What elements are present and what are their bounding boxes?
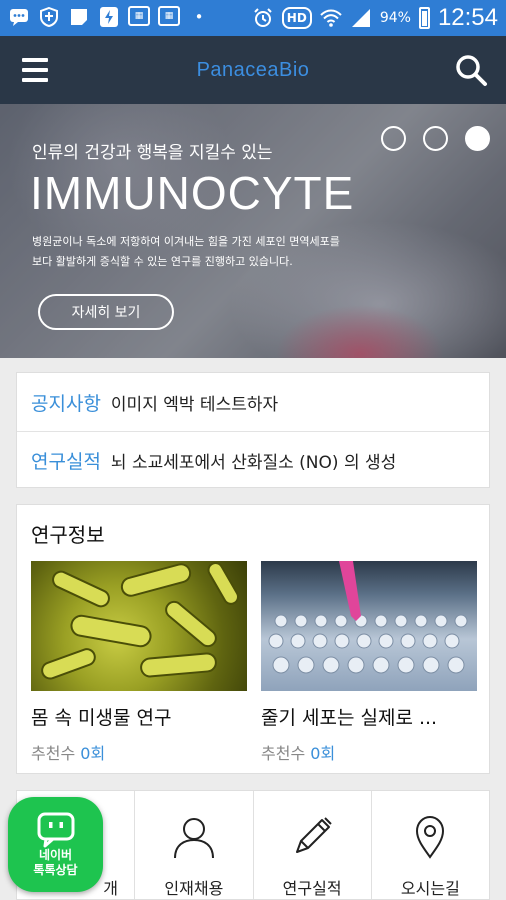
nav-research-results[interactable]: 연구실적 [254, 791, 372, 899]
recommend-label: 추천수 [31, 744, 76, 763]
battery-icon [418, 7, 430, 29]
recommend-count: 추천수 0회 [261, 740, 477, 764]
hero-desc-line-1: 병원균이나 독소에 저항하여 이겨내는 힘을 가진 세포인 면역세포를 [32, 235, 340, 248]
notice-card: 공지사항 이미지 엑박 테스트하자 연구실적 뇌 소교세포에서 산화질소 (NO… [16, 372, 490, 488]
notice-row-research[interactable]: 연구실적 뇌 소교세포에서 산화질소 (NO) 의 생성 [17, 431, 489, 489]
search-icon[interactable] [436, 36, 506, 104]
notice-text: 뇌 소교세포에서 산화질소 (NO) 의 생성 [110, 453, 397, 473]
more-dots-icon: • [194, 8, 204, 26]
recommend-count: 추천수 0회 [31, 740, 247, 764]
app-header: PanaceaBio [0, 36, 506, 104]
wifi-icon [320, 7, 342, 29]
slide-indicator [381, 126, 490, 151]
qr-scan-icon: ▦ [128, 6, 150, 26]
bacteria-thumbnail [31, 561, 247, 691]
slide-dot-3[interactable] [465, 126, 490, 151]
status-time: 12:54 [437, 4, 498, 31]
nav-directions[interactable]: 오시는길 [372, 791, 489, 899]
nav-recruit[interactable]: 인재채용 [135, 791, 254, 899]
location-pin-icon [404, 811, 456, 863]
flash-icon [98, 6, 120, 28]
research-item-title: 줄기 세포는 실제로 ... [261, 707, 438, 729]
recommend-label: 추천수 [261, 744, 306, 763]
talk-label-line2: 톡톡상담 [33, 862, 78, 877]
notice-text: 이미지 엑박 테스트하자 [110, 394, 279, 415]
chat-bubble-icon [8, 6, 30, 28]
slide-dot-2[interactable] [423, 126, 448, 151]
brand-logo[interactable]: PanaceaBio [70, 36, 436, 104]
notice-category: 공지사항 [31, 392, 101, 415]
status-bar: ▦ ▦ • HD 94% 12:54 [0, 0, 506, 36]
hamburger-menu-icon[interactable] [0, 36, 70, 104]
hero-subtitle: 인류의 건강과 행복을 지킬수 있는 [32, 143, 273, 163]
status-system-icons: HD 94% 12:54 [252, 4, 498, 32]
nav-label: 인재채용 [164, 879, 224, 898]
notice-category: 연구실적 [31, 451, 101, 473]
hero-banner[interactable]: 인류의 건강과 행복을 지킬수 있는 IMMUNOCYTE 병원균이나 독소에 … [0, 104, 506, 358]
recommend-value: 0회 [310, 744, 336, 763]
view-details-button[interactable]: 자세히 보기 [38, 294, 174, 330]
talk-bubble-icon [37, 812, 74, 847]
research-item-microbe[interactable]: 몸 속 미생물 연구 추천수 0회 [31, 561, 247, 764]
naver-talktalk-button[interactable]: 네이버 톡톡상담 [8, 797, 103, 892]
research-item-stem-cell[interactable]: 줄기 세포는 실제로 ... 추천수 0회 [261, 561, 477, 764]
research-section-title: 연구정보 [31, 523, 105, 547]
hero-description: 병원균이나 독소에 저항하여 이겨내는 힘을 가진 세포인 면역세포를 보다 활… [32, 232, 432, 272]
hero-title: IMMUNOCYTE [30, 167, 355, 219]
talk-label-line1: 네이버 [38, 847, 73, 862]
battery-percent: 94% [379, 10, 411, 26]
notice-row-announcement[interactable]: 공지사항 이미지 엑박 테스트하자 [17, 373, 489, 431]
slide-dot-1[interactable] [381, 126, 406, 151]
note-icon [68, 6, 90, 28]
research-item-title: 몸 속 미생물 연구 [31, 707, 172, 729]
well-plate-thumbnail [261, 561, 477, 691]
nav-label: 연구실적 [282, 879, 342, 898]
recommend-value: 0회 [80, 744, 106, 763]
nav-label: 오시는길 [400, 879, 460, 898]
alarm-icon [252, 7, 274, 29]
status-notification-icons: ▦ ▦ • [8, 6, 210, 28]
hd-badge: HD [281, 7, 312, 29]
shield-icon [38, 6, 60, 28]
hero-desc-line-2: 보다 활발하게 증식할 수 있는 연구를 진행하고 있습니다. [32, 255, 293, 268]
pen-icon [286, 811, 338, 863]
qr-scan-icon-2: ▦ [158, 6, 180, 26]
research-info-card: 연구정보 몸 속 미생물 연구 추천수 0회 줄기 세포는 실제로 ... 추천… [16, 504, 490, 774]
person-icon [168, 811, 220, 863]
signal-icon [350, 7, 372, 29]
